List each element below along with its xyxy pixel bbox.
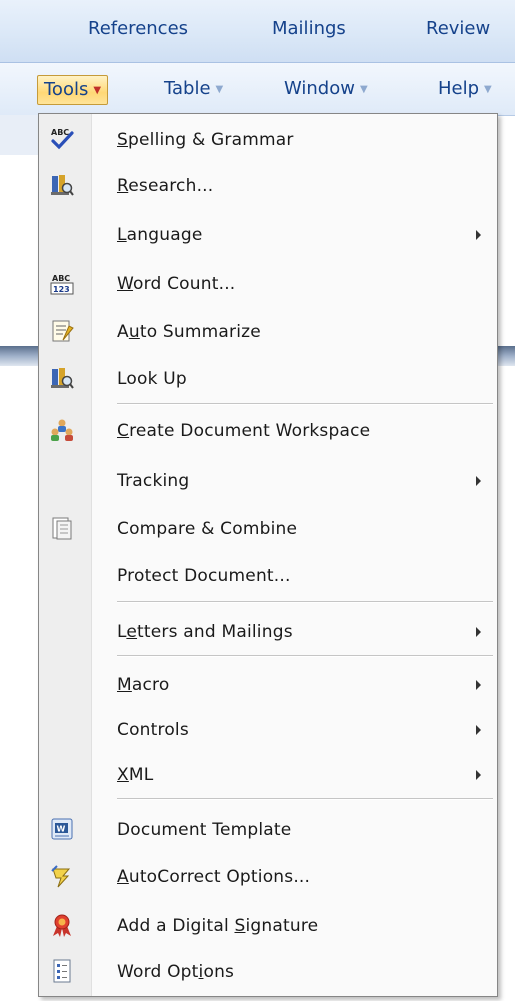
spelling-abc-check-icon: ABC [49, 126, 75, 152]
menu-item-label: Word Options [117, 962, 235, 982]
svg-text:W: W [57, 825, 66, 834]
menu-item-autocorrect-options[interactable]: AutoCorrect Options... [39, 855, 497, 899]
menu-item-digital-signature[interactable]: Add a Digital Signature [39, 904, 497, 948]
lookup-books-icon [49, 365, 75, 391]
menu-item-compare-combine[interactable]: Compare & Combine [39, 507, 497, 551]
tab-references[interactable]: References [88, 18, 188, 39]
ribbon-tab-strip: References Mailings Review [0, 0, 515, 63]
menu-item-spelling-grammar[interactable]: ABC Spelling & Grammar [39, 118, 497, 162]
menu-item-language[interactable]: Language [39, 213, 497, 257]
menu-item-label: Research... [117, 176, 214, 196]
menu-item-xml[interactable]: XML [39, 753, 497, 797]
menu-item-macro[interactable]: Macro [39, 663, 497, 707]
menu-item-word-count[interactable]: ABC 123 Word Count... [39, 262, 497, 306]
menu-item-label: Add a Digital Signature [117, 916, 319, 936]
submenu-arrow-icon [476, 770, 481, 780]
menu-separator [117, 601, 493, 603]
menu-item-label: Macro [117, 675, 170, 695]
menu-item-label: AutoCorrect Options... [117, 867, 311, 887]
menu-window-label: Window [284, 78, 355, 99]
classic-menu-bar: Tools ▼ Table ▼ Window ▼ Help ▼ [0, 63, 515, 116]
menu-item-protect-document[interactable]: Protect Document... [39, 554, 497, 598]
menu-item-label: Protect Document... [117, 566, 291, 586]
menu-item-label: Document Template [117, 820, 292, 840]
menu-item-label: Look Up [117, 369, 187, 389]
document-template-word-icon: W [49, 816, 75, 842]
menu-item-create-document-workspace[interactable]: Create Document Workspace [39, 409, 497, 453]
menu-item-document-template[interactable]: W Document Template [39, 808, 497, 852]
compare-document-icon [49, 515, 75, 541]
submenu-arrow-icon [476, 680, 481, 690]
menu-item-tracking[interactable]: Tracking [39, 459, 497, 503]
submenu-arrow-icon [476, 476, 481, 486]
tab-review[interactable]: Review [426, 18, 490, 39]
auto-summarize-icon [49, 318, 75, 344]
menu-item-label: Spelling & Grammar [117, 130, 294, 150]
dropdown-arrow-icon: ▼ [484, 84, 492, 95]
menu-item-label: Tracking [117, 471, 190, 491]
document-workspace-people-icon [49, 417, 75, 443]
menu-item-label: Letters and Mailings [117, 622, 293, 642]
dropdown-arrow-icon: ▼ [93, 85, 102, 96]
menu-item-label: Compare & Combine [117, 519, 298, 539]
svg-text:ABC: ABC [51, 128, 69, 137]
menu-separator [117, 798, 493, 800]
dropdown-arrow-icon: ▼ [359, 84, 368, 95]
research-books-icon [49, 172, 75, 198]
submenu-arrow-icon [476, 725, 481, 735]
menu-help-label: Help [438, 78, 480, 99]
word-count-abc123-icon: ABC 123 [49, 270, 75, 296]
menu-item-letters-mailings[interactable]: Letters and Mailings [39, 610, 497, 654]
menu-tools[interactable]: Tools ▼ [37, 75, 109, 105]
menu-item-label: Create Document Workspace [117, 421, 371, 441]
autocorrect-lightning-icon [49, 863, 75, 889]
word-options-icon [49, 958, 75, 984]
menu-item-label: Word Count... [117, 274, 236, 294]
menu-item-label: XML [117, 765, 154, 785]
menu-table[interactable]: Table ▼ [160, 75, 227, 103]
menu-item-look-up[interactable]: Look Up [39, 357, 497, 401]
menu-separator [117, 655, 493, 657]
menu-item-label: Controls [117, 720, 189, 740]
menu-item-label: Auto Summarize [117, 322, 261, 342]
tab-mailings[interactable]: Mailings [272, 18, 346, 39]
svg-text:123: 123 [53, 285, 70, 294]
svg-text:ABC: ABC [52, 274, 70, 283]
background-ruler-fragment [498, 346, 515, 366]
menu-item-label: Language [117, 225, 203, 245]
menu-separator [117, 403, 493, 405]
menu-item-auto-summarize[interactable]: Auto Summarize [39, 310, 497, 354]
submenu-arrow-icon [476, 627, 481, 637]
menu-table-label: Table [164, 78, 211, 99]
digital-signature-ribbon-icon [49, 912, 75, 938]
dropdown-arrow-icon: ▼ [215, 84, 224, 95]
menu-item-controls[interactable]: Controls [39, 708, 497, 752]
tools-dropdown-menu: ABC Spelling & Grammar Research... Langu… [38, 113, 498, 997]
menu-window[interactable]: Window ▼ [280, 75, 372, 103]
submenu-arrow-icon [476, 230, 481, 240]
menu-item-word-options[interactable]: Word Options [39, 950, 497, 994]
menu-help[interactable]: Help ▼ [434, 75, 496, 103]
menu-tools-label: Tools [44, 79, 89, 100]
background-toolbar-fragment [0, 115, 40, 155]
background-ruler-fragment [0, 346, 40, 366]
menu-item-research[interactable]: Research... [39, 164, 497, 208]
